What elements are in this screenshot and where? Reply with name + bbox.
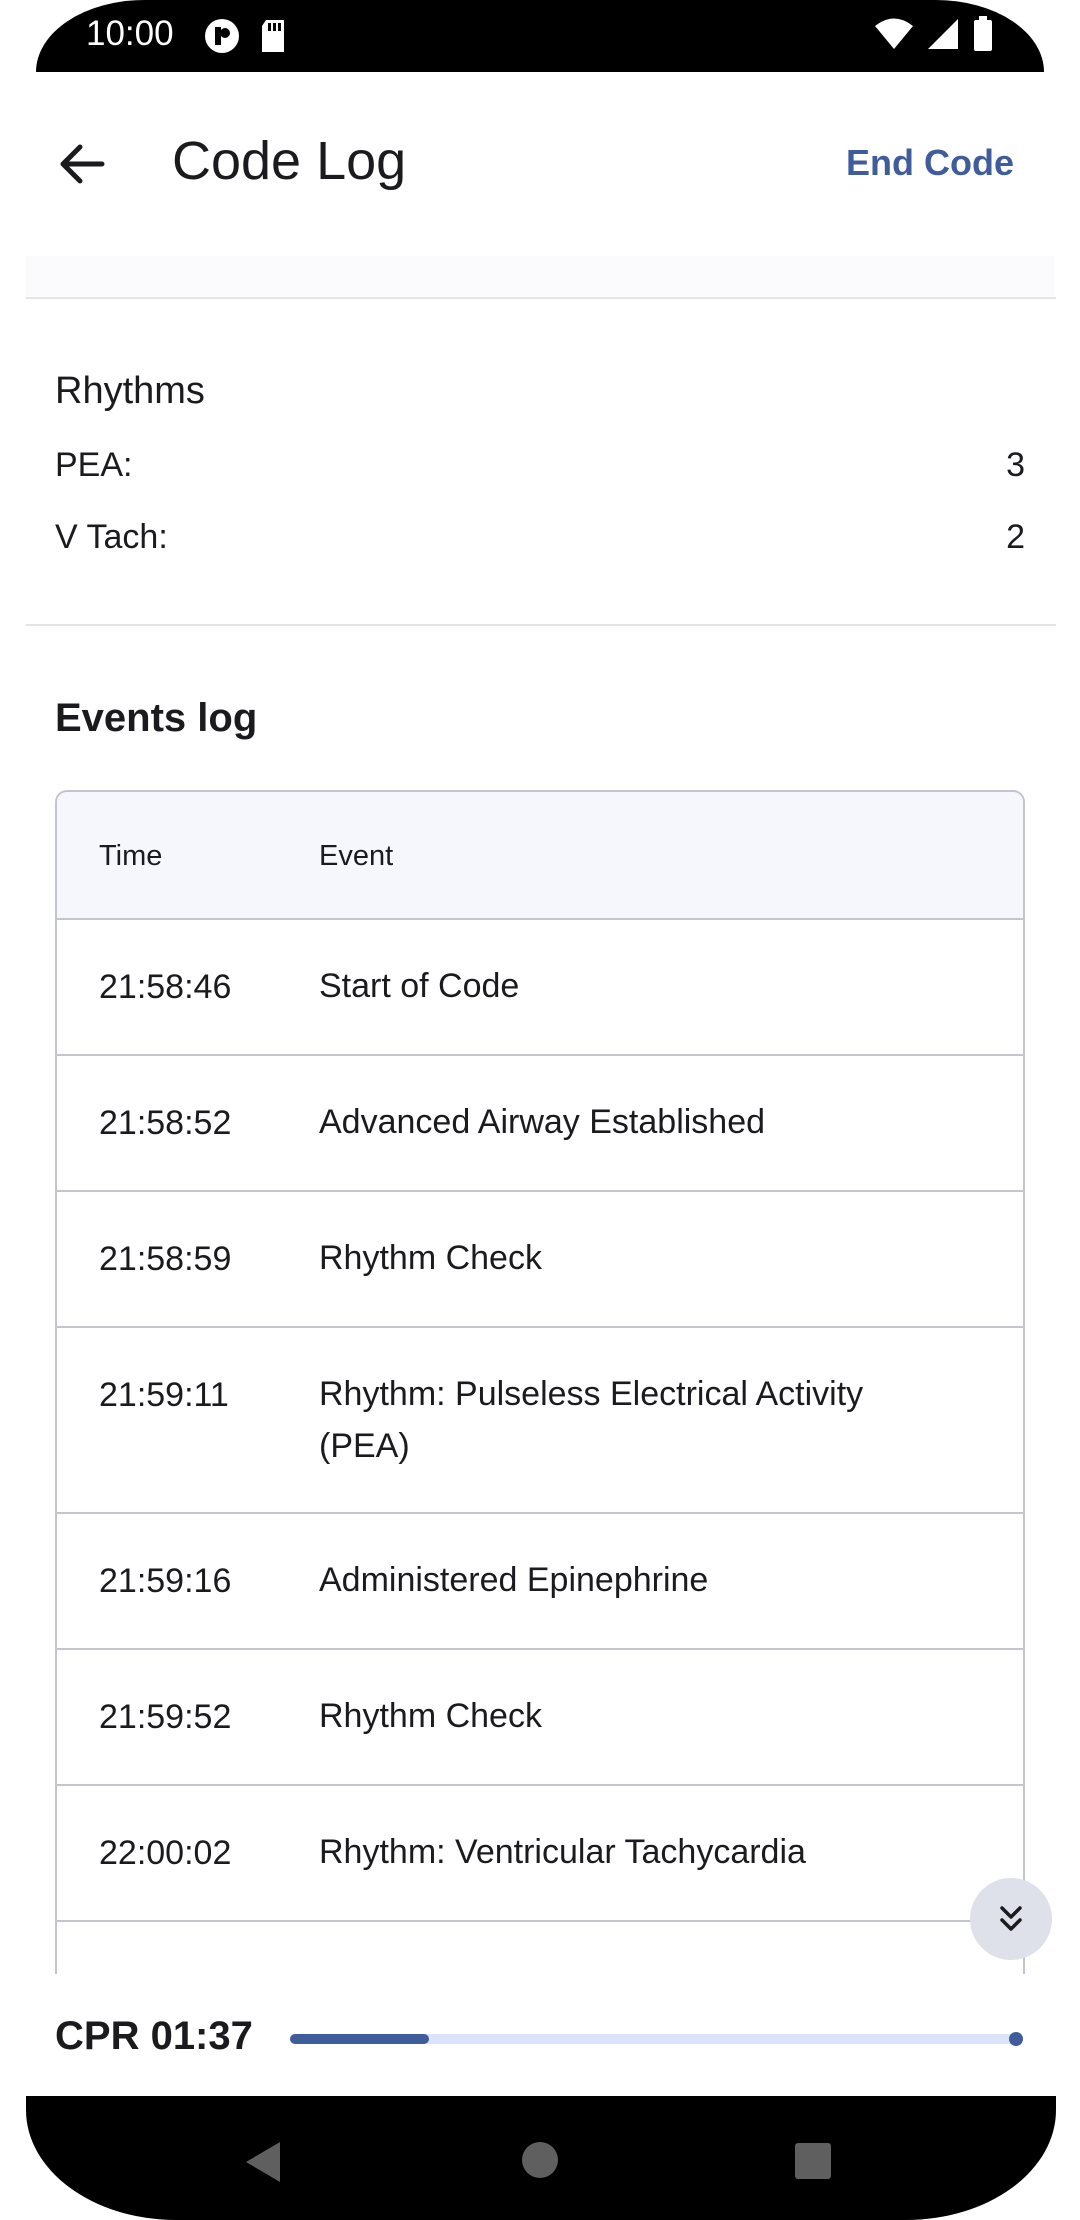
rhythm-label: PEA: (55, 446, 133, 484)
rhythm-count: 2 (1006, 518, 1025, 556)
event-time: 22:00:02 (99, 1834, 232, 1872)
nav-recents-icon (795, 2143, 831, 2179)
table-row: 22:00:02 Rhythm: Ventricular Tachycardia (57, 1786, 1023, 1922)
double-chevron-down-icon (1000, 1906, 1022, 1931)
events-table[interactable]: Time Event 21:58:46 Start of Code 21:58:… (55, 790, 1025, 1974)
cpr-progress-fill (290, 2034, 429, 2044)
nav-back-icon (246, 2142, 280, 2182)
table-row: 21:58:46 Start of Code (57, 920, 1023, 1056)
table-row: 21:58:52 Advanced Airway Established (57, 1056, 1023, 1192)
table-row: 21:59:52 Rhythm Check (57, 1650, 1023, 1786)
end-code-button[interactable]: End Code (846, 142, 1014, 184)
table-row: 21:58:59 Rhythm Check (57, 1192, 1023, 1328)
wifi-icon (874, 17, 914, 56)
rhythm-count: 3 (1006, 446, 1025, 484)
table-row: 21:59:16 Administered Epinephrine (57, 1514, 1023, 1650)
nav-back-button[interactable] (244, 2140, 284, 2189)
cpr-progress-track (290, 2032, 1023, 2046)
divider (26, 624, 1056, 626)
status-bar: 10:00 (36, 0, 1044, 72)
back-button[interactable] (52, 134, 112, 194)
event-description: Rhythm Check (319, 1697, 542, 1735)
event-time: 21:58:59 (99, 1240, 232, 1278)
cpr-timer-label: CPR 01:37 (55, 2014, 253, 2058)
event-time: 21:58:46 (99, 968, 232, 1006)
table-row-partial (57, 1922, 1023, 1974)
table-row: 21:59:11 Rhythm: Pulseless Electrical Ac… (57, 1328, 1023, 1514)
app-bar: Code Log End Code (0, 72, 1080, 256)
table-header: Time Event (57, 792, 1023, 920)
column-header-event: Event (319, 840, 394, 872)
page-title: Code Log (172, 131, 407, 191)
app-notification-icon (204, 18, 240, 59)
event-description: Start of Code (319, 967, 520, 1005)
events-log-title: Events log (55, 696, 258, 740)
system-nav-bar (26, 2096, 1056, 2220)
cpr-progress-end-marker (1009, 2032, 1023, 2046)
event-description: Advanced Airway Established (319, 1103, 766, 1141)
event-description: Rhythm: Ventricular Tachycardia (319, 1833, 806, 1871)
scroll-to-bottom-button[interactable] (970, 1878, 1052, 1960)
event-time: 21:59:11 (99, 1376, 229, 1414)
status-time: 10:00 (86, 14, 174, 53)
cell-signal-icon (926, 17, 960, 56)
battery-icon (972, 16, 994, 57)
rhythms-title: Rhythms (55, 370, 205, 412)
column-header-time: Time (99, 840, 163, 872)
rhythm-label: V Tach: (55, 518, 168, 556)
nav-recents-button[interactable] (794, 2142, 832, 2185)
event-description: Rhythm: Pulseless Electrical Activity (P… (319, 1375, 864, 1465)
arrow-back-icon (60, 144, 105, 184)
nav-home-icon (522, 2142, 558, 2178)
nav-home-button[interactable] (520, 2140, 560, 2185)
event-description: Rhythm Check (319, 1239, 542, 1277)
event-time: 21:59:16 (99, 1562, 232, 1600)
cpr-timer-bar: CPR 01:37 (0, 1974, 1080, 2096)
sd-card-icon (258, 18, 288, 59)
event-time: 21:58:52 (99, 1104, 232, 1142)
event-time: 21:59:52 (99, 1698, 232, 1736)
divider (26, 297, 1056, 299)
scrolled-content-edge (26, 256, 1054, 296)
event-description: Administered Epinephrine (319, 1561, 709, 1599)
